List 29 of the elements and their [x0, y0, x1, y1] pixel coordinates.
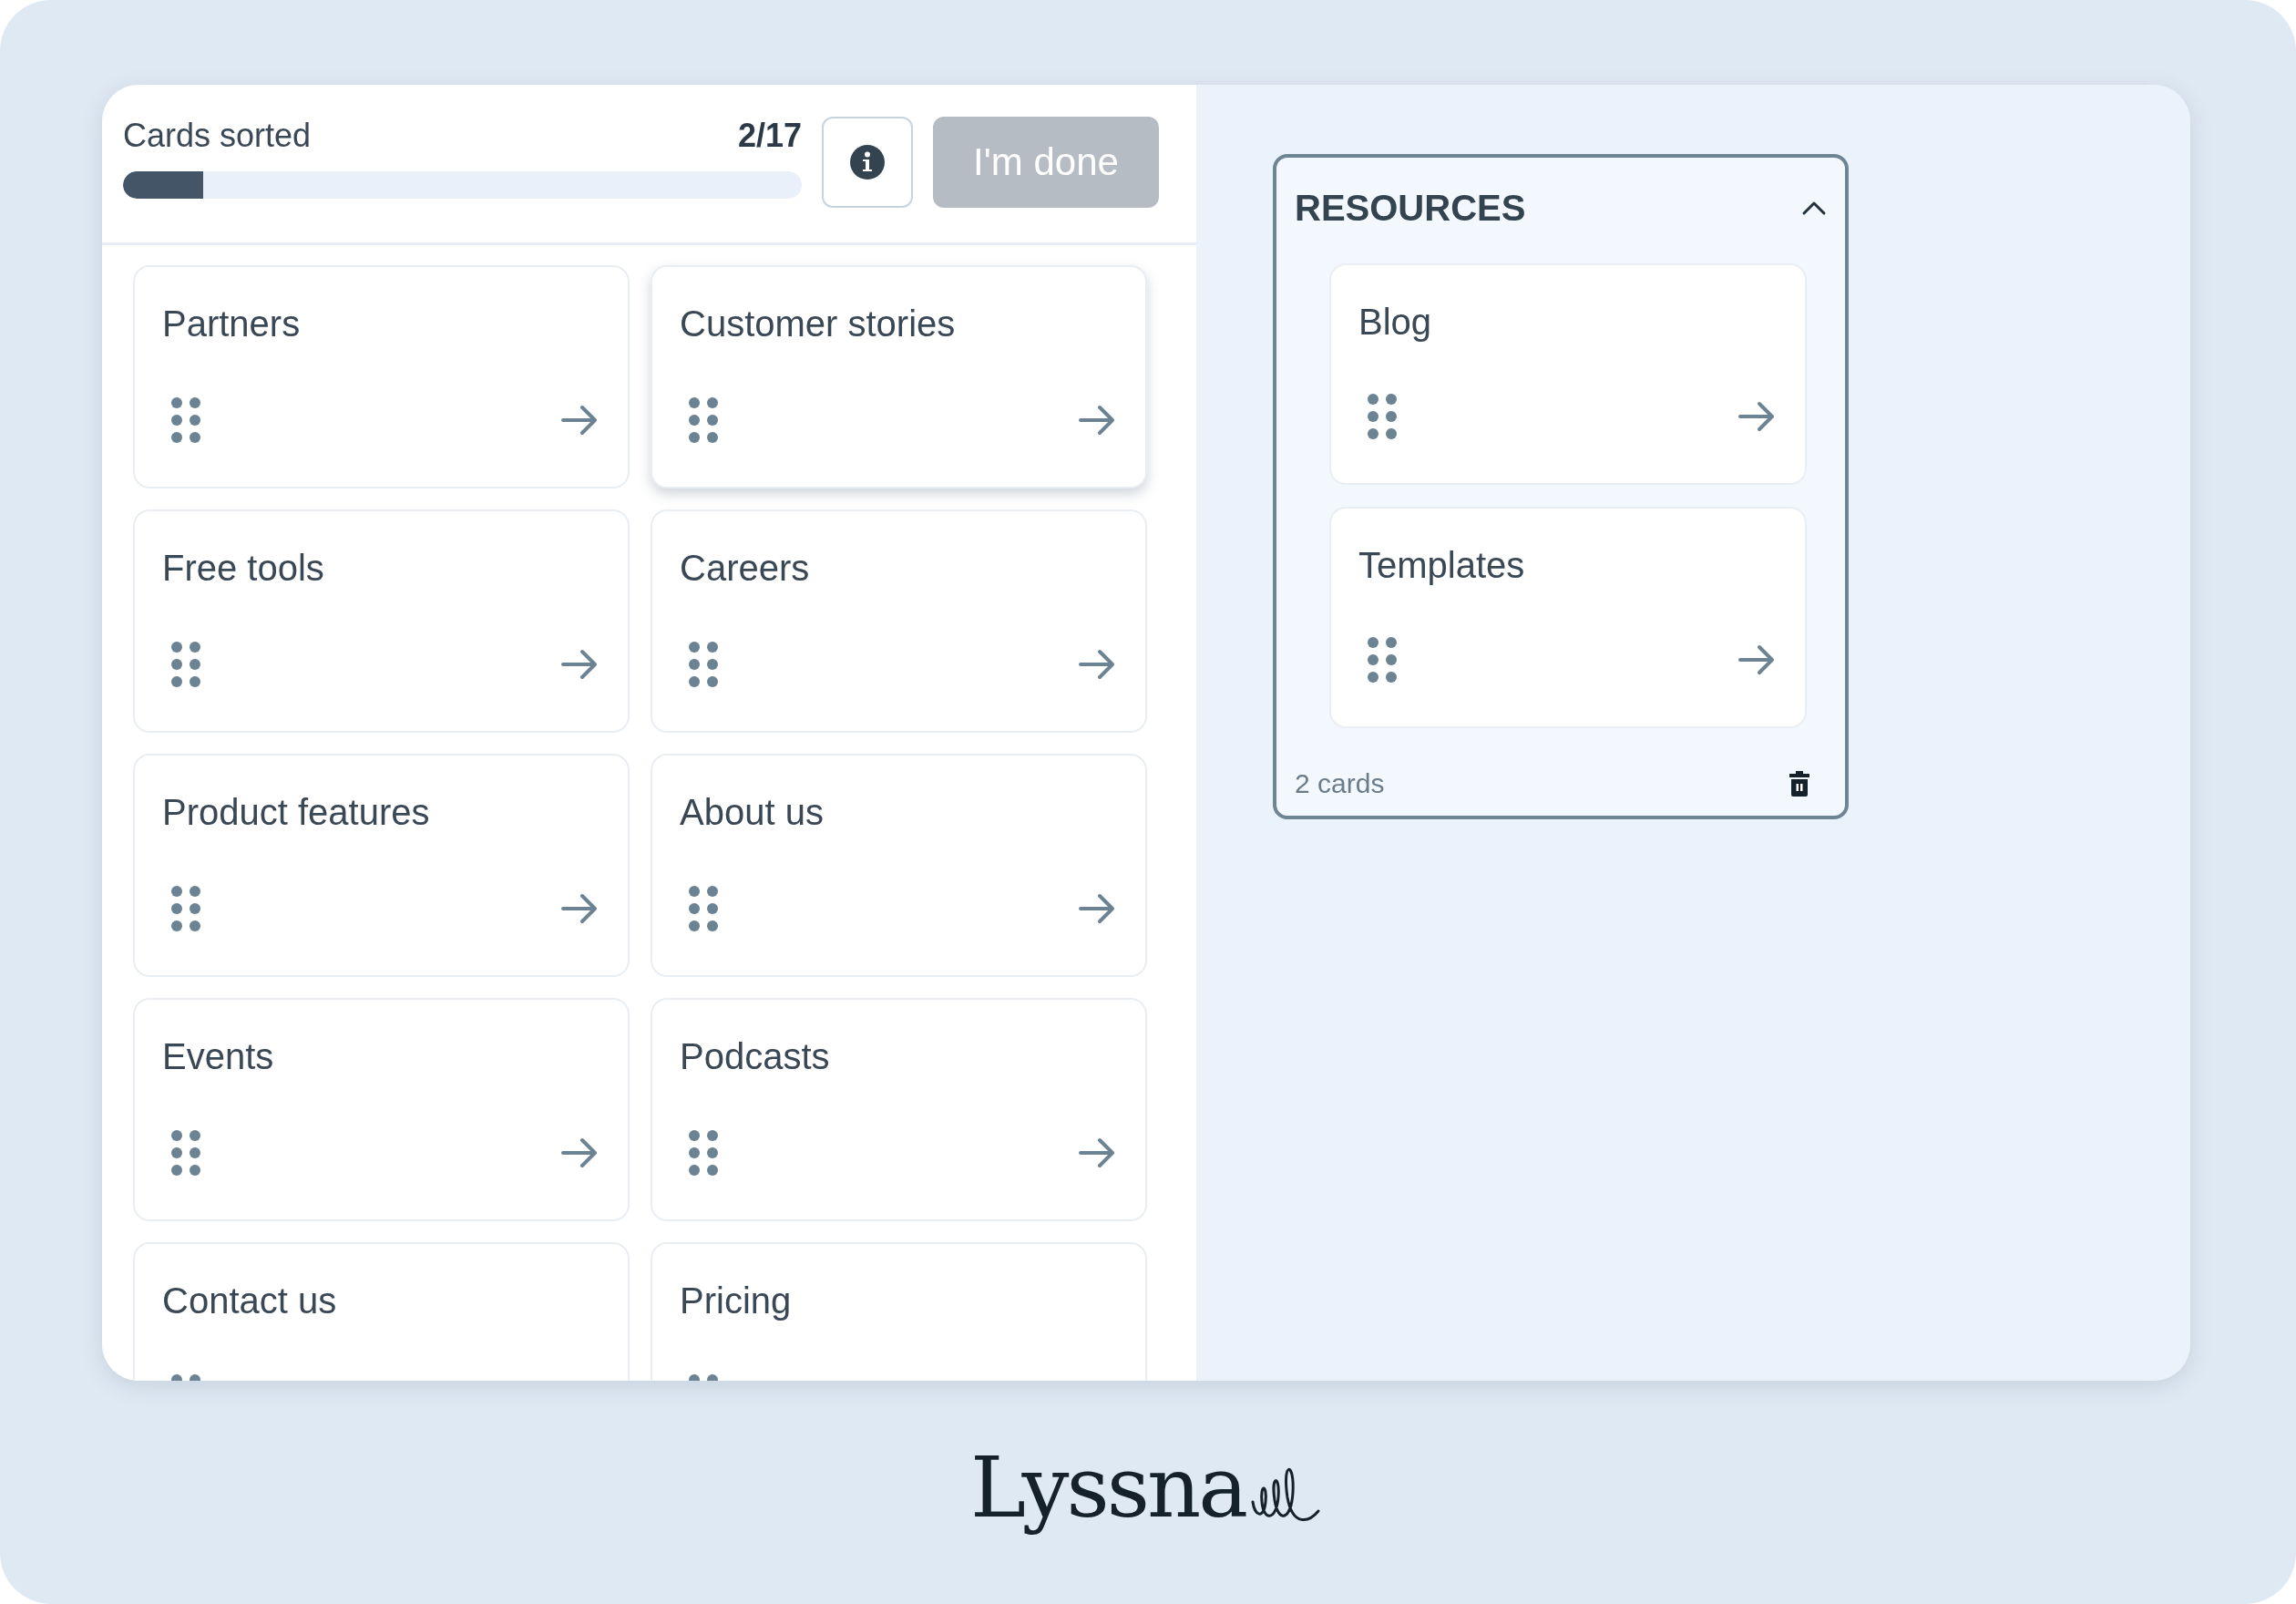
card-title: Careers [680, 548, 811, 589]
category-title: RESOURCES [1295, 187, 1526, 229]
card-title: About us [680, 792, 825, 833]
card-title: Free tools [162, 548, 325, 589]
card[interactable]: Podcasts [651, 998, 1147, 1221]
card-title: Templates [1358, 545, 1526, 586]
card-count: 2 cards [1295, 768, 1385, 799]
card[interactable]: About us [651, 754, 1147, 977]
card[interactable]: Events [133, 998, 630, 1221]
card-title: Pricing [680, 1280, 793, 1321]
card-title: Product features [162, 792, 431, 833]
logo: Lyssna [970, 1439, 1245, 1537]
card[interactable]: Blog [1329, 263, 1807, 485]
card[interactable]: Careers [651, 509, 1147, 733]
progress-label: Cards sorted [123, 117, 312, 155]
card-title: Blog [1358, 302, 1433, 343]
card-title: Partners [162, 303, 302, 344]
card-title: Contact us [162, 1280, 338, 1321]
card-title: Podcasts [680, 1036, 831, 1077]
card[interactable]: Free tools [133, 509, 630, 733]
card[interactable]: Product features [133, 754, 630, 977]
card[interactable]: Customer stories [651, 265, 1147, 488]
card[interactable]: Partners [133, 265, 630, 488]
progress-count: 2/17 [737, 117, 802, 155]
card-title: Events [162, 1036, 275, 1077]
card-title: Customer stories [680, 303, 957, 344]
card[interactable]: Templates [1329, 507, 1807, 728]
card[interactable]: Pricing [651, 1242, 1147, 1381]
card[interactable]: Contact us [133, 1242, 630, 1381]
